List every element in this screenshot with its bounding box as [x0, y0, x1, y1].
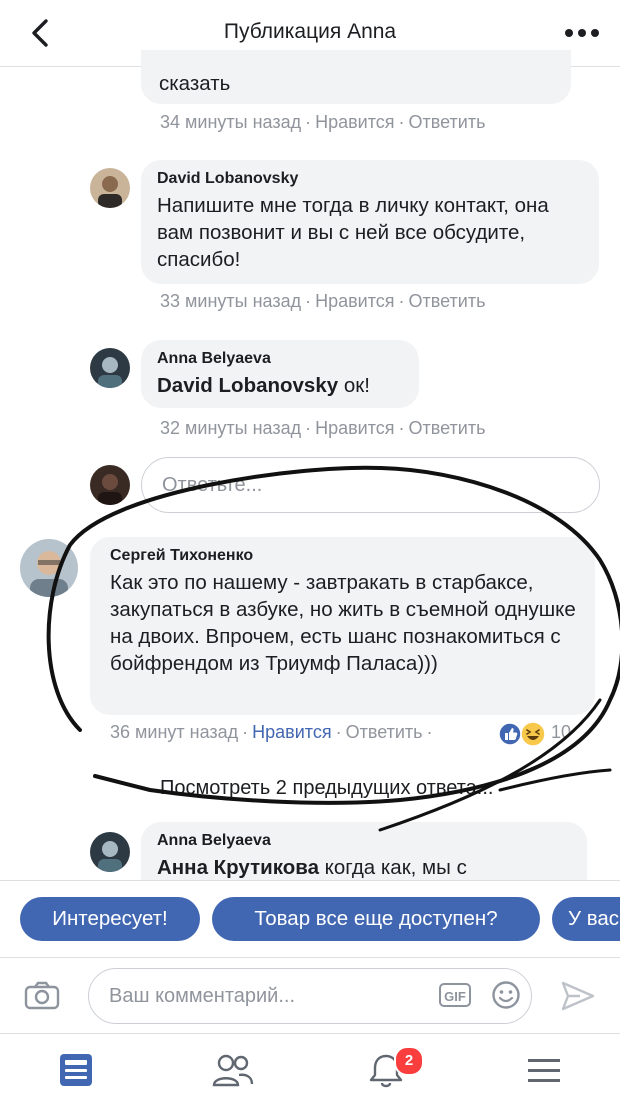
comment-author[interactable]: David Lobanovsky: [157, 170, 583, 188]
quick-reply-bar: Интересует! Товар все еще доступен? У ва…: [0, 880, 620, 957]
comment-time: 36 минут назад: [110, 722, 239, 742]
avatar[interactable]: [90, 348, 130, 388]
avatar[interactable]: [20, 539, 78, 597]
page-title: Публикация Anna: [223, 20, 397, 43]
comment-meta: 33 минуты назад · Нравится · Ответить: [160, 291, 486, 311]
avatar[interactable]: [90, 832, 130, 872]
camera-icon[interactable]: [24, 980, 60, 1010]
send-icon[interactable]: [560, 980, 596, 1012]
comment-input[interactable]: Ваш комментарий... GIF: [88, 968, 532, 1024]
reply-link[interactable]: Ответить: [346, 722, 423, 742]
gif-button[interactable]: GIF: [439, 983, 471, 1007]
view-previous-replies-link[interactable]: Посмотреть 2 предыдущих ответа...: [160, 777, 493, 800]
reply-link[interactable]: Ответить: [409, 418, 486, 438]
comment-bubble: Сергей Тихоненко Как это по нашему - зав…: [90, 537, 595, 715]
reply-link[interactable]: Ответить: [409, 291, 486, 311]
news-feed-icon[interactable]: [58, 1052, 94, 1088]
like-link[interactable]: Нравится: [315, 112, 394, 132]
comment-composer: Ваш комментарий... GIF: [0, 957, 620, 1034]
comment-meta: 34 минуты назад · Нравится · Ответить: [160, 112, 486, 132]
reply-link[interactable]: Ответить: [409, 112, 486, 132]
comment-author[interactable]: Anna Belyaeva: [157, 350, 403, 368]
comment-text: ок!: [338, 374, 370, 397]
like-link[interactable]: Нравится: [315, 291, 394, 311]
more-options-icon[interactable]: [564, 28, 600, 38]
comment-text: Напишите мне тогда в личку контакт, она …: [157, 194, 549, 271]
haha-reaction-icon: [520, 721, 546, 747]
like-link[interactable]: Нравится: [315, 418, 394, 438]
quick-reply-chip[interactable]: Товар все еще доступен?: [212, 897, 540, 941]
reactions-count[interactable]: 10: [551, 722, 571, 743]
menu-icon[interactable]: [526, 1056, 562, 1086]
comment-bubble: David Lobanovsky Напишите мне тогда в ли…: [141, 160, 599, 284]
bottom-tab-bar: 2: [0, 1033, 620, 1108]
comment-meta: 36 минут назад · Нравится · Ответить ·: [110, 722, 433, 742]
comment-time: 34 минуты назад: [160, 112, 302, 132]
reply-input[interactable]: Ответьте...: [141, 457, 600, 513]
comment-meta: 32 минуты назад · Нравится · Ответить: [160, 418, 486, 438]
comment-time: 32 минуты назад: [160, 418, 302, 438]
comment-mention[interactable]: Анна Крутикова: [157, 856, 319, 879]
comment-bubble: Anna Belyaeva Анна Крутикова когда как, …: [141, 822, 587, 882]
friends-icon[interactable]: [212, 1052, 254, 1088]
comment-mention[interactable]: David Lobanovsky: [157, 374, 338, 397]
comment-bubble: сказать: [141, 50, 571, 104]
emoji-icon[interactable]: [491, 980, 521, 1010]
comment-time: 33 минуты назад: [160, 291, 302, 311]
like-link[interactable]: Нравится: [252, 722, 331, 742]
comment-author[interactable]: Сергей Тихоненко: [110, 547, 579, 565]
comment-text: сказать: [159, 72, 231, 95]
comment-text: когда как, мы с: [318, 856, 467, 879]
avatar[interactable]: [90, 168, 130, 208]
comment-bubble: Anna Belyaeva David Lobanovsky ок!: [141, 340, 419, 408]
comment-placeholder: Ваш комментарий...: [109, 985, 296, 1007]
notifications-badge: 2: [394, 1046, 424, 1076]
quick-reply-chip[interactable]: Интересует!: [20, 897, 200, 941]
reply-placeholder: Ответьте...: [162, 474, 263, 496]
comment-author[interactable]: Anna Belyaeva: [157, 832, 571, 850]
current-user-avatar: [90, 465, 130, 505]
quick-reply-chip[interactable]: У вас: [552, 897, 620, 941]
comment-text: Как это по нашему - завтракать в старбак…: [110, 571, 576, 675]
like-reaction-icon: [498, 722, 522, 746]
